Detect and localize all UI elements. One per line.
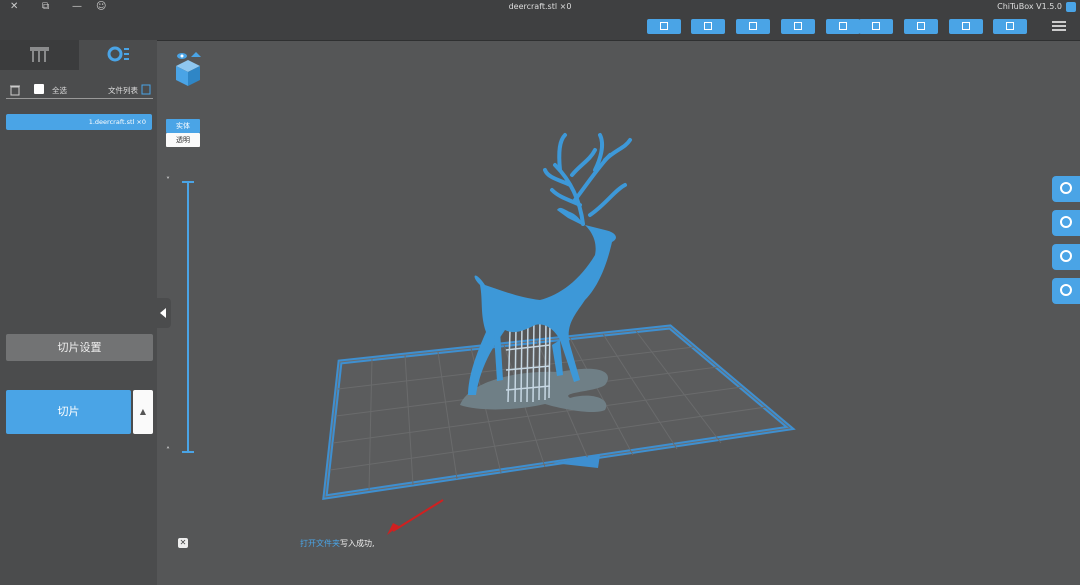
mirror-tool-button[interactable] xyxy=(1052,278,1080,304)
status-text: 写入成功, xyxy=(340,539,375,548)
rotate-icon xyxy=(1060,216,1072,228)
scale-icon xyxy=(1060,250,1072,262)
view-cube-icon[interactable] xyxy=(170,48,206,88)
scale-tool-button[interactable] xyxy=(1052,244,1080,270)
close-status-button[interactable]: ✕ xyxy=(178,538,188,548)
deer-antlers xyxy=(543,133,632,226)
layer-slider-top-chevron[interactable]: ˅ xyxy=(166,176,170,185)
move-icon xyxy=(1060,182,1072,194)
move-tool-button[interactable] xyxy=(1052,176,1080,202)
mirror-icon xyxy=(1060,284,1072,296)
layer-slider[interactable] xyxy=(187,181,189,453)
red-arrow-annotation xyxy=(387,499,444,535)
view-solid-button[interactable]: 实体 xyxy=(166,119,200,133)
view-transparent-button[interactable]: 透明 xyxy=(166,133,200,147)
rotate-tool-button[interactable] xyxy=(1052,210,1080,236)
layer-slider-bottom-chevron[interactable]: ˄ xyxy=(166,446,170,455)
status-message: 打开文件夹写入成功, xyxy=(300,538,375,549)
open-folder-link[interactable]: 打开文件夹 xyxy=(300,539,340,548)
viewport-3d[interactable] xyxy=(0,0,1080,585)
layer-slider-bottom-handle[interactable] xyxy=(182,451,194,453)
